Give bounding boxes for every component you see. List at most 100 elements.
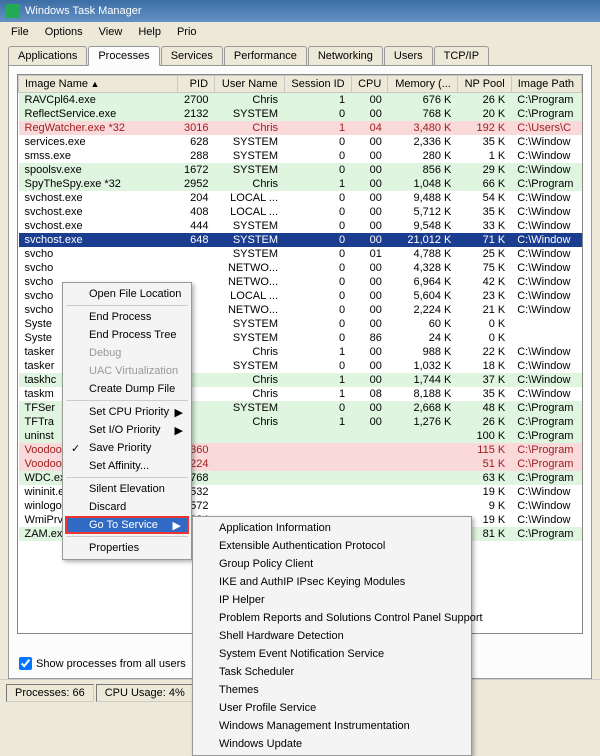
table-cell: 288 <box>178 149 215 163</box>
table-cell <box>284 429 351 443</box>
submenu-item[interactable]: IP Helper <box>195 591 469 609</box>
menu-options[interactable]: Options <box>38 24 90 40</box>
submenu-item[interactable]: Windows Management Instrumentation <box>195 717 469 735</box>
table-cell: RegWatcher.exe *32 <box>19 121 178 135</box>
tab-processes[interactable]: Processes <box>88 46 159 66</box>
tab-tcpip[interactable]: TCP/IP <box>434 46 489 65</box>
tab-services[interactable]: Services <box>161 46 223 65</box>
menu-item[interactable]: Set CPU Priority▶ <box>65 403 189 421</box>
menu-item[interactable]: End Process <box>65 308 189 326</box>
table-cell: 0 <box>284 107 351 121</box>
menu-item[interactable]: Discard <box>65 498 189 516</box>
col-header[interactable]: CPU <box>351 76 388 93</box>
table-row[interactable]: svchost.exe408LOCAL ...0005,712 K35 KC:\… <box>19 205 582 219</box>
table-row[interactable]: RAVCpl64.exe2700Chris100676 K26 KC:\Prog… <box>19 93 582 108</box>
table-cell <box>388 471 458 485</box>
menu-help[interactable]: Help <box>131 24 168 40</box>
show-all-users-checkbox[interactable] <box>19 657 32 670</box>
table-cell: 115 K <box>457 443 511 457</box>
submenu-item[interactable]: Themes <box>195 681 469 699</box>
table-cell <box>388 443 458 457</box>
submenu-item[interactable]: Task Scheduler <box>195 663 469 681</box>
table-cell <box>351 499 388 513</box>
table-cell: 00 <box>351 303 388 317</box>
table-cell: 1 <box>284 93 351 108</box>
table-cell: 0 <box>284 163 351 177</box>
table-cell <box>178 247 215 261</box>
table-cell: C:\Program <box>511 443 581 457</box>
table-cell: 1 <box>284 387 351 401</box>
tab-performance[interactable]: Performance <box>224 46 307 65</box>
menu-item[interactable]: End Process Tree <box>65 326 189 344</box>
table-cell: 71 K <box>457 233 511 247</box>
table-row[interactable]: smss.exe288SYSTEM000280 K1 KC:\Window <box>19 149 582 163</box>
table-cell <box>178 261 215 275</box>
context-menu[interactable]: Open File Location End ProcessEnd Process… <box>62 282 192 560</box>
table-cell <box>215 499 285 513</box>
submenu-item[interactable]: Problem Reports and Solutions Control Pa… <box>195 609 469 627</box>
table-row[interactable]: svchost.exe204LOCAL ...0009,488 K54 KC:\… <box>19 191 582 205</box>
submenu-item[interactable]: System Event Notification Service <box>195 645 469 663</box>
table-cell: SYSTEM <box>215 135 285 149</box>
menu-item[interactable]: Properties <box>65 539 189 557</box>
table-row[interactable]: services.exe628SYSTEM0002,336 K35 KC:\Wi… <box>19 135 582 149</box>
table-cell: 9,548 K <box>388 219 458 233</box>
submenu-item[interactable]: Group Policy Client <box>195 555 469 573</box>
table-cell: 1,744 K <box>388 373 458 387</box>
table-row[interactable]: ReflectService.exe2132SYSTEM000768 K20 K… <box>19 107 582 121</box>
col-header[interactable]: Memory (... <box>388 76 458 93</box>
tab-users[interactable]: Users <box>384 46 433 65</box>
table-cell: 192 K <box>457 121 511 135</box>
menu-view[interactable]: View <box>92 24 130 40</box>
menu-file[interactable]: File <box>4 24 36 40</box>
col-header[interactable]: Image Path <box>511 76 581 93</box>
menu-prio[interactable]: Prio <box>170 24 204 40</box>
table-row[interactable]: RegWatcher.exe *323016Chris1043,480 K192… <box>19 121 582 135</box>
table-cell: SYSTEM <box>215 401 285 415</box>
table-row[interactable]: svchost.exe444SYSTEM0009,548 K33 KC:\Win… <box>19 219 582 233</box>
table-row[interactable]: svchost.exe648SYSTEM00021,012 K71 KC:\Wi… <box>19 233 582 247</box>
submenu-item[interactable]: IKE and AuthIP IPsec Keying Modules <box>195 573 469 591</box>
table-cell <box>284 443 351 457</box>
menu-item[interactable]: Silent Elevation <box>65 480 189 498</box>
table-row[interactable]: spoolsv.exe1672SYSTEM000856 K29 KC:\Wind… <box>19 163 582 177</box>
menu-item[interactable]: Set I/O Priority▶ <box>65 421 189 439</box>
menu-item[interactable]: Create Dump File <box>65 380 189 398</box>
submenu-item[interactable]: User Profile Service <box>195 699 469 717</box>
table-row[interactable]: svchoNETWO...0004,328 K75 KC:\Window <box>19 261 582 275</box>
menu-item[interactable]: Save Priority✓ <box>65 439 189 457</box>
col-header[interactable]: PID <box>178 76 215 93</box>
table-cell: 1 <box>284 121 351 135</box>
table-row[interactable]: SpyTheSpy.exe *322952Chris1001,048 K66 K… <box>19 177 582 191</box>
table-cell: ReflectService.exe <box>19 107 178 121</box>
col-header[interactable]: Image Name ▲ <box>19 76 178 93</box>
menu-item[interactable]: Open File Location <box>65 285 189 303</box>
tab-networking[interactable]: Networking <box>308 46 383 65</box>
submenu-item[interactable]: Application Information <box>195 519 469 537</box>
col-header[interactable]: User Name <box>215 76 285 93</box>
table-cell: 0 <box>284 191 351 205</box>
table-cell: 0 <box>284 303 351 317</box>
submenu-item[interactable]: Shell Hardware Detection <box>195 627 469 645</box>
table-cell: 0 <box>284 275 351 289</box>
tab-applications[interactable]: Applications <box>8 46 87 65</box>
submenu-services[interactable]: Application InformationExtensible Authen… <box>192 516 472 756</box>
col-header[interactable]: Session ID <box>284 76 351 93</box>
col-header[interactable]: NP Pool <box>457 76 511 93</box>
table-cell: 24 K <box>388 331 458 345</box>
table-cell: 1,276 K <box>388 415 458 429</box>
table-cell: 75 K <box>457 261 511 275</box>
table-cell: 6,964 K <box>388 275 458 289</box>
table-cell: 0 <box>284 331 351 345</box>
table-cell: SYSTEM <box>215 247 285 261</box>
table-cell: 0 <box>284 205 351 219</box>
table-row[interactable]: svchoSYSTEM0014,788 K25 KC:\Window <box>19 247 582 261</box>
menu-item[interactable]: Set Affinity... <box>65 457 189 475</box>
menu-item[interactable]: Go To Service▶ <box>65 516 189 534</box>
submenu-item[interactable]: Extensible Authentication Protocol <box>195 537 469 555</box>
submenu-item[interactable]: Windows Update <box>195 735 469 753</box>
table-cell: 42 K <box>457 275 511 289</box>
table-cell: SYSTEM <box>215 359 285 373</box>
table-cell: 0 <box>284 359 351 373</box>
table-cell: 2700 <box>178 93 215 108</box>
